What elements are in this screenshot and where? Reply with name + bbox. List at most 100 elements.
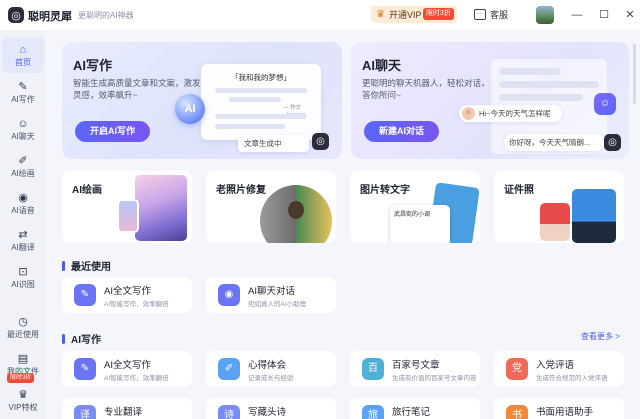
writing-item[interactable]: ✎ AI全文写作 AI智能写作，效率翻倍 — [62, 351, 192, 387]
customer-service-label: 客服 — [490, 10, 509, 20]
feature-card-photo-restore[interactable]: 老照片修复 — [206, 171, 336, 243]
sidebar-item-label: 首页 — [15, 57, 31, 67]
sidebar-item-vip[interactable]: ♛ VIP特权 — [2, 382, 44, 418]
close-button[interactable]: ✕ — [622, 7, 638, 23]
notes-icon: ✐ — [218, 358, 240, 380]
hero-card-ai-chat[interactable]: AI聊天 更聪明的聊天机器人，轻松对话，答你所问~ 新建AI对话 ☺ Hi~今天… — [351, 42, 629, 159]
sidebar-item-ai-writing[interactable]: ✎ AI写作 — [2, 74, 44, 110]
sidebar-item-label: AI写作 — [11, 94, 35, 104]
book-icon: 书 — [506, 405, 528, 419]
text-placeholder — [499, 68, 561, 75]
clock-icon: ◷ — [18, 315, 28, 328]
text-placeholder — [215, 88, 307, 93]
feature-card-image-to-text[interactable]: 图片转文字 武昌街的小调 — [350, 171, 480, 243]
writing-item[interactable]: 诗 写藏头诗 — [206, 398, 336, 419]
customer-service-button[interactable]: ··· 客服 — [474, 8, 508, 21]
tile-subtitle: 记录成长与经验 — [248, 375, 294, 382]
pen-icon: ✎ — [74, 358, 96, 380]
hero-title: AI写作 — [73, 58, 113, 73]
hero-card-ai-writing[interactable]: AI写作 智能生成高质量文章和文案，激发灵感，效率飙升~ 开启AI写作 「我和我… — [62, 42, 342, 159]
tile-title: 专业翻译 — [104, 407, 143, 418]
new-ai-chat-button[interactable]: 新建AI对话 — [364, 121, 439, 142]
sidebar-item-label: VIP特权 — [8, 402, 38, 412]
app-logo-icon: ◎ — [8, 7, 24, 23]
section-recent-heading: 最近使用 — [62, 258, 111, 273]
voice-icon: ◉ — [18, 191, 28, 204]
user-avatar[interactable] — [536, 6, 554, 24]
sidebar: ⌂ 首页 ✎ AI写作 ☺ AI聊天 ✐ AI绘画 ◉ AI语音 ⇄ AI翻译 … — [0, 30, 46, 419]
ai-badge-icon: AI — [175, 94, 205, 124]
section-title: 最近使用 — [71, 262, 111, 273]
floating-assistant-icon[interactable]: ☺ — [594, 93, 616, 115]
app-logo-icon: ◎ — [604, 134, 621, 151]
main-content: AI写作 智能生成高质量文章和文案，激发灵感，效率飙升~ 开启AI写作 「我和我… — [46, 30, 640, 419]
maximize-button[interactable]: ☐ — [596, 7, 612, 23]
sidebar-item-ai-chat[interactable]: ☺ AI聊天 — [2, 111, 44, 147]
text-placeholder — [499, 81, 599, 88]
minimize-button[interactable]: — — [569, 7, 585, 23]
writing-item[interactable]: 百 百家号文章 生成有价值的百家号文章内容 — [350, 351, 480, 387]
tile-subtitle: 生成符合规范的入党评语 — [536, 375, 608, 382]
article-preview: 「我和我的梦想」 — 作文（XXXX） — [201, 64, 321, 140]
feature-card-id-photo[interactable]: 证件照 — [494, 171, 624, 243]
brush-icon: ✐ — [18, 154, 28, 167]
sidebar-item-recent[interactable]: ◷ 最近使用 — [2, 309, 44, 345]
text-placeholder — [215, 114, 307, 119]
tile-title: 心得体会 — [248, 360, 287, 371]
start-ai-writing-button[interactable]: 开启AI写作 — [75, 121, 150, 142]
hero-description: 更聪明的聊天机器人，轻松对话，答你所问~ — [362, 78, 490, 100]
section-accent-bar — [62, 260, 65, 271]
writing-item[interactable]: 旅 旅行笔记 — [350, 398, 480, 419]
sidebar-item-ai-voice[interactable]: ◉ AI语音 — [2, 185, 44, 221]
writing-item[interactable]: 书 书面用语助手 — [494, 398, 624, 419]
writing-item[interactable]: 译 专业翻译 — [62, 398, 192, 419]
sidebar-item-label: AI语音 — [11, 205, 35, 215]
folder-icon: ▤ — [17, 352, 29, 365]
sidebar-item-home[interactable]: ⌂ 首页 — [2, 37, 44, 73]
scanned-text-title: 武昌街的小调 — [394, 212, 431, 218]
app-logo-icon: ◎ — [312, 133, 329, 150]
user-message-bubble: ☺ Hi~今天的天气怎样呢 — [459, 105, 562, 122]
home-icon: ⌂ — [19, 43, 27, 56]
user-avatar-icon: ☺ — [462, 107, 475, 120]
sidebar-item-label: AI聊天 — [11, 131, 35, 141]
bot-message-bubble: 你好呀，今天天气晴朗... — [504, 134, 605, 151]
tile-subtitle: 宛如真人的AI小助理 — [248, 301, 307, 308]
article-title: 「我和我的梦想」 — [231, 73, 291, 82]
tile-subtitle: AI智能写作，效率翻倍 — [104, 301, 169, 308]
id-photo-blue — [572, 189, 616, 243]
text-placeholder — [215, 124, 285, 129]
scrollbar[interactable] — [633, 44, 636, 104]
sidebar-item-label: AI绘画 — [11, 168, 35, 178]
user-message-text: Hi~今天的天气怎样呢 — [479, 109, 551, 118]
app-name: 聪明灵犀 — [28, 11, 72, 23]
text-scan-card: 武昌街的小调 — [390, 205, 450, 243]
recent-item-ai-chat[interactable]: ◉ AI聊天对话 宛如真人的AI小助理 — [206, 277, 336, 313]
feature-card-title: 图片转文字 — [360, 185, 410, 196]
crown-icon: ♛ — [18, 388, 28, 401]
pen-icon: ✎ — [74, 284, 96, 306]
writing-item[interactable]: 党 入党评语 生成符合规范的入党评语 — [494, 351, 624, 387]
text-placeholder — [229, 97, 281, 102]
chat-bubble-icon: ··· — [474, 9, 486, 20]
sidebar-item-ai-image-recognition[interactable]: ⊡ AI识图 — [2, 259, 44, 295]
recent-item-ai-full-writing[interactable]: ✎ AI全文写作 AI智能写作，效率翻倍 — [62, 277, 192, 313]
open-vip-label: 开通VIP — [388, 10, 422, 20]
id-photo-red — [540, 203, 570, 241]
translate-icon: 译 — [74, 405, 96, 419]
tile-title: 写藏头诗 — [248, 407, 287, 418]
sidebar-item-ai-translate[interactable]: ⇄ AI翻译 — [2, 222, 44, 258]
pen-icon: ✎ — [18, 80, 28, 93]
tile-subtitle: AI智能写作，效率翻倍 — [104, 375, 169, 382]
person-head — [288, 201, 304, 219]
view-more-link[interactable]: 查看更多 > — [581, 331, 620, 342]
sidebar-item-ai-painting[interactable]: ✐ AI绘画 — [2, 148, 44, 184]
vip-promo-badge: 限时3折 — [423, 8, 454, 20]
tile-title: 书面用语助手 — [536, 407, 594, 418]
tile-subtitle: 生成有价值的百家号文章内容 — [392, 375, 477, 382]
writing-item[interactable]: ✐ 心得体会 记录成长与经验 — [206, 351, 336, 387]
section-ai-writing-heading: AI写作 — [62, 331, 101, 346]
hero-title: AI聊天 — [362, 58, 402, 73]
feature-card-ai-painting[interactable]: AI绘画 — [62, 171, 192, 243]
party-icon: 党 — [506, 358, 528, 380]
